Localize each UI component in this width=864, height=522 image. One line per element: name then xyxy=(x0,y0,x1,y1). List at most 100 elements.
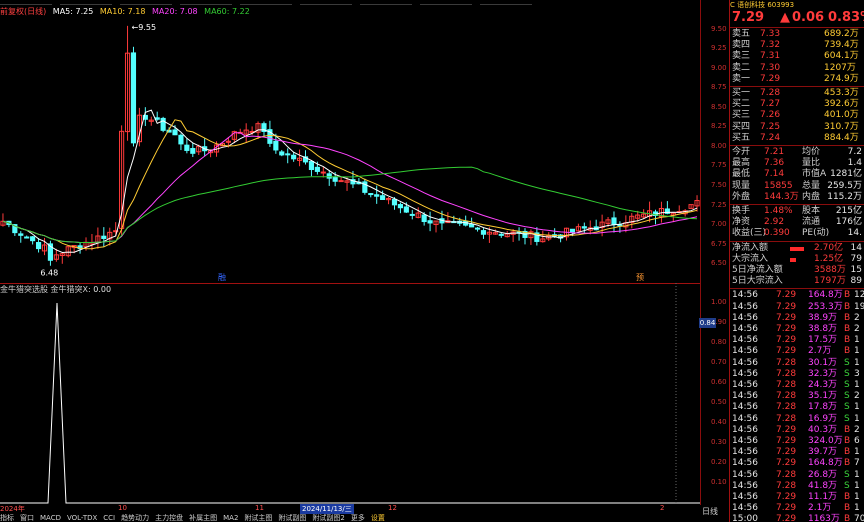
tab-2[interactable]: 窗口 xyxy=(20,514,34,522)
tick-row[interactable]: 14:56 7.28 24.3万 S 1 xyxy=(730,380,864,391)
period-label[interactable]: 日线 xyxy=(702,506,718,517)
bid-row[interactable]: 买二 7.27 392.6万 xyxy=(730,99,864,110)
bid-price: 7.24 xyxy=(760,132,781,143)
candle-body xyxy=(391,198,398,206)
tick-row[interactable]: 14:56 7.28 16.9万 S 1 xyxy=(730,414,864,425)
tick-time: 14:56 xyxy=(732,346,758,357)
tab-5[interactable]: CCI xyxy=(103,514,115,522)
tick-row[interactable]: 14:56 7.29 38.9万 B 2 xyxy=(730,313,864,324)
flow-row: 大宗流入 1.25亿 79 xyxy=(730,254,864,265)
price-axis-label: 7.25 xyxy=(711,200,727,209)
tick-row[interactable]: 14:56 7.29 11.1万 B 1 xyxy=(730,492,864,503)
price-axis-label: 7.00 xyxy=(711,220,727,229)
stat-label: 总量 xyxy=(802,180,821,191)
tab-6[interactable]: 趋势动力 xyxy=(121,514,149,522)
tick-row[interactable]: 14:56 7.29 253.3万 B 19 xyxy=(730,302,864,313)
bid-price: 7.28 xyxy=(760,88,781,98)
tick-side: B xyxy=(844,492,851,502)
tick-row[interactable]: 14:56 7.29 39.7万 B 1 xyxy=(730,447,864,458)
tick-row[interactable]: 14:56 7.29 38.8万 B 2 xyxy=(730,324,864,335)
indicator-tab-bar[interactable]: 指标 窗口 MACD VOL-TDX CCI 趋势动力 主力控盘 补属主图 MA2 附试主图 附试副… xyxy=(0,513,700,522)
bid-row[interactable]: 买五 7.24 884.4万 xyxy=(730,133,864,144)
stat-label: 收益(三) xyxy=(732,228,767,239)
tick-volume: 2.7万 xyxy=(808,346,832,357)
tab-10[interactable]: 附试主图 xyxy=(244,514,272,522)
tick-row[interactable]: 14:56 7.28 32.3万 S 3 xyxy=(730,369,864,380)
ask-label: 卖四 xyxy=(732,40,751,51)
bid-row[interactable]: 买一 7.28 453.3万 xyxy=(730,88,864,99)
flow-extra: 79 xyxy=(850,253,862,264)
tick-row[interactable]: 15:00 7.29 1163万 B 70 xyxy=(730,514,864,522)
price-axis-label: 9.00 xyxy=(711,63,727,72)
tick-row[interactable]: 14:56 7.29 324.0万 B 6 xyxy=(730,436,864,447)
ask-row[interactable]: 卖二 7.30 1207万 xyxy=(730,63,864,74)
ask-row[interactable]: 卖五 7.33 689.2万 xyxy=(730,29,864,40)
tick-volume: 41.8万 xyxy=(808,480,838,491)
tick-price: 7.29 xyxy=(776,447,797,458)
indicator-current-value: 0.84 xyxy=(699,318,716,328)
bid-row[interactable]: 买四 7.25 310.7万 xyxy=(730,122,864,133)
ask-row[interactable]: 卖一 7.29 274.9万 xyxy=(730,74,864,85)
tab-7[interactable]: 主力控盘 xyxy=(155,514,183,522)
tick-side: B xyxy=(844,447,851,458)
price-axis-label: 8.75 xyxy=(711,83,727,92)
tab-11[interactable]: 附试副图 xyxy=(278,514,306,522)
tab-13[interactable]: 更多 xyxy=(351,514,365,522)
price-axis-label: 7.50 xyxy=(711,181,727,190)
stat-row: 最高 7.36 量比 1.4 xyxy=(730,158,864,169)
bid-row[interactable]: 买三 7.26 401.0万 xyxy=(730,110,864,121)
indicator-chart[interactable] xyxy=(0,283,700,505)
tab-3[interactable]: MACD xyxy=(40,514,61,522)
price-chart[interactable]: ←9.55 6.48 融 预 xyxy=(0,0,700,283)
tick-row[interactable]: 14:56 7.28 30.1万 S 1 xyxy=(730,358,864,369)
tick-row[interactable]: 14:56 7.28 26.8万 S 1 xyxy=(730,470,864,481)
tick-volume: 253.3万 xyxy=(808,301,843,312)
stat-row: 现量 15855 总量 259.5万 xyxy=(730,181,864,192)
candle-body xyxy=(469,223,475,228)
tick-count: 1 xyxy=(854,357,860,368)
stat-value: 0.390 xyxy=(764,228,790,239)
ask-price: 7.32 xyxy=(760,40,781,51)
tab-9[interactable]: MA2 xyxy=(223,514,238,522)
ma5-label: MA5: 7.25 xyxy=(52,7,94,16)
flow-value: 2.70亿 xyxy=(814,242,844,253)
tick-volume: 164.8万 xyxy=(808,290,843,301)
high-annotation: ←9.55 xyxy=(132,23,157,32)
tab-8[interactable]: 补属主图 xyxy=(189,514,217,522)
candle-body xyxy=(427,220,433,224)
tick-row[interactable]: 14:56 7.29 17.5万 B 1 xyxy=(730,335,864,346)
tick-row[interactable]: 14:56 7.29 40.3万 B 2 xyxy=(730,425,864,436)
stock-header[interactable]: C 语创科技 603993 xyxy=(730,0,864,8)
bid-volume: 310.7万 xyxy=(824,121,859,132)
tick-row[interactable]: 14:56 7.29 164.8万 B 7 xyxy=(730,458,864,469)
tick-volume: 17.5万 xyxy=(808,335,838,346)
ask-label: 卖一 xyxy=(732,73,751,84)
ask-row[interactable]: 卖四 7.32 739.4万 xyxy=(730,40,864,51)
tick-row[interactable]: 14:56 7.29 2.1万 B 1 xyxy=(730,503,864,514)
ask-price: 7.31 xyxy=(760,51,781,62)
tab-4[interactable]: VOL-TDX xyxy=(67,514,97,522)
flow-row: 5日大宗流入 1797万 89 xyxy=(730,276,864,287)
price-axis-label: 6.75 xyxy=(711,239,727,248)
candle-body xyxy=(291,154,297,160)
tick-volume: 40.3万 xyxy=(808,424,838,435)
tick-count: 1 xyxy=(854,402,860,413)
change-arrow-icon: ▲ xyxy=(780,10,790,25)
tab-1[interactable]: 指标 xyxy=(0,514,14,522)
tick-row[interactable]: 14:56 7.28 41.8万 S 1 xyxy=(730,481,864,492)
tick-price: 7.28 xyxy=(776,357,797,368)
tab-12[interactable]: 附试副图2 xyxy=(312,514,344,522)
tick-row[interactable]: 14:56 7.28 35.1万 S 2 xyxy=(730,391,864,402)
candle-body xyxy=(273,140,279,151)
price-axis-label: 7.75 xyxy=(711,161,727,170)
tick-row[interactable]: 14:56 7.29 164.8万 B 12 xyxy=(730,290,864,301)
stat-row: 净资 2.92 流通 176亿 xyxy=(730,217,864,228)
indicator-axis-label: 0.40 xyxy=(711,418,727,426)
stat-label: 市值A xyxy=(802,169,827,180)
ask-row[interactable]: 卖三 7.31 604.1万 xyxy=(730,51,864,62)
tab-14[interactable]: 设置 xyxy=(371,514,385,522)
tick-row[interactable]: 14:56 7.29 2.7万 B 1 xyxy=(730,346,864,357)
flow-bar xyxy=(790,246,804,251)
tick-time: 14:56 xyxy=(732,447,758,458)
tick-row[interactable]: 14:56 7.28 17.8万 S 1 xyxy=(730,402,864,413)
